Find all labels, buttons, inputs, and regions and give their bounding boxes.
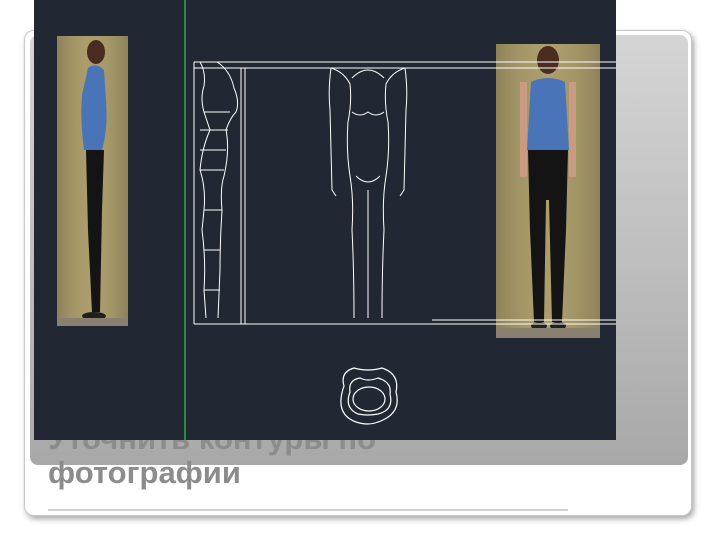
title-underline	[48, 509, 568, 511]
top-plan-contour	[340, 367, 398, 425]
cad-canvas[interactable]	[34, 0, 616, 440]
front-contour-drawing	[328, 67, 408, 319]
side-contour-drawing	[199, 61, 239, 319]
slide-title-line2: фотографии	[48, 455, 241, 490]
side-photo	[57, 36, 128, 326]
front-photo	[496, 44, 600, 338]
cad-drawing-viewport[interactable]	[34, 0, 616, 440]
